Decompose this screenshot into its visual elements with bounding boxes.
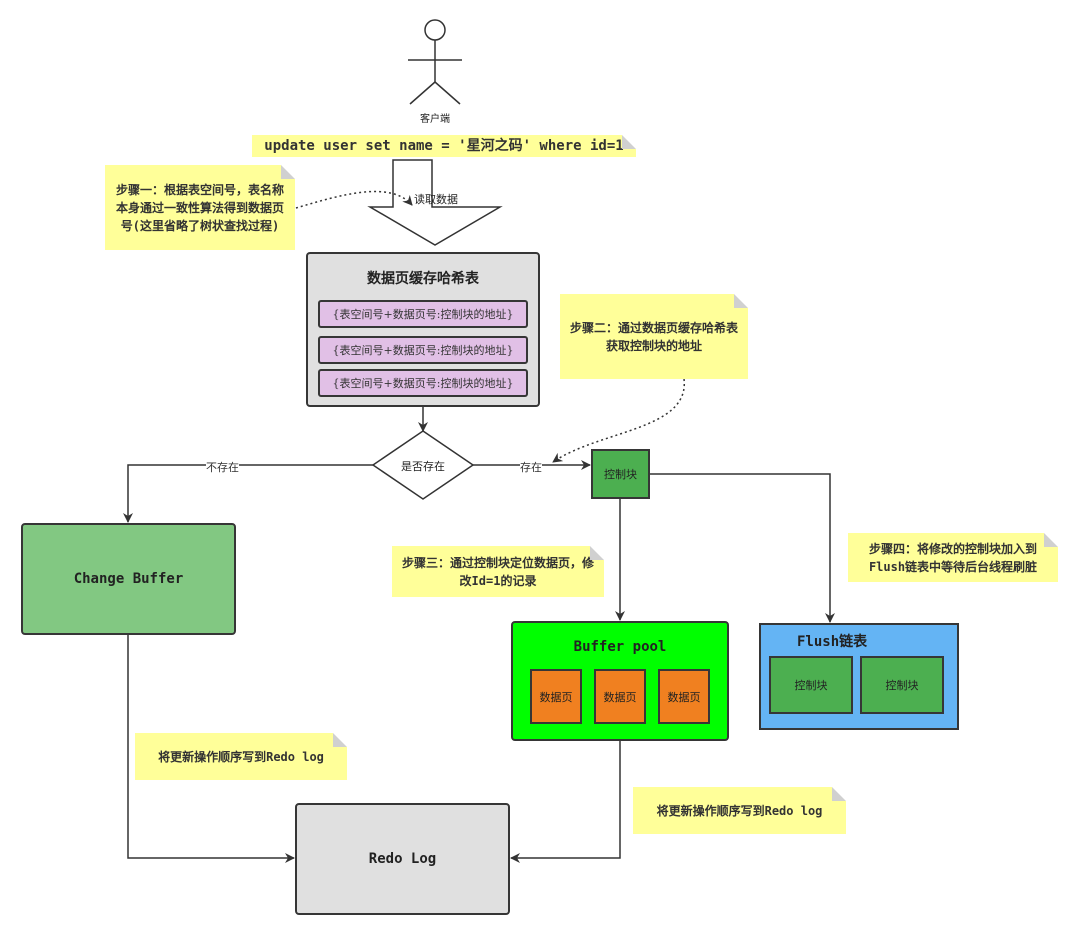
hash-row: {表空间号+数据页号:控制块的地址} <box>318 300 528 328</box>
decision-no-line <box>123 464 373 523</box>
hash-table-title: 数据页缓存哈希表 <box>367 271 479 287</box>
data-page: 数据页 <box>594 669 646 724</box>
buffer-pool-title: Buffer pool <box>573 639 667 655</box>
actor-label: 客户端 <box>420 114 450 125</box>
step4-note: 步骤四：将修改的控制块加入到Flush链表中等待后台线程刷脏 <box>848 533 1058 582</box>
sql-note: update user set name = '星河之码' where id=1 <box>252 135 636 157</box>
step2-note: 步骤二：通过数据页缓存哈希表获取控制块的地址 <box>560 294 748 379</box>
redo-log: Redo Log <box>295 803 510 915</box>
flush-control-block: 控制块 <box>769 656 853 714</box>
diagram-canvas: 客户端 update user set name = '星河之码' where … <box>0 0 1080 936</box>
decision-label: 是否存在 <box>401 460 445 473</box>
yes-label: 存在 <box>520 459 542 475</box>
control-to-flush <box>650 473 835 623</box>
actor-icon <box>408 19 462 105</box>
flush-list-title: Flush链表 <box>797 634 868 650</box>
flush-control-block: 控制块 <box>860 656 944 714</box>
data-page: 数据页 <box>658 669 710 724</box>
step3-note: 步骤三：通过控制块定位数据页，修改Id=1的记录 <box>392 546 604 597</box>
hash-row: {表空间号+数据页号:控制块的地址} <box>318 336 528 364</box>
redo-note-left: 将更新操作顺序写到Redo log <box>135 733 347 780</box>
read-data-label: 读取数据 <box>414 193 458 206</box>
bufferpool-to-redo <box>510 741 621 863</box>
step1-note: 步骤一：根据表空间号，表名称本身通过一致性算法得到数据页号(这里省略了树状查找过… <box>105 165 295 250</box>
data-page: 数据页 <box>530 669 582 724</box>
change-buffer: Change Buffer <box>21 523 236 635</box>
no-label: 不存在 <box>206 459 239 475</box>
hash-row: {表空间号+数据页号:控制块的地址} <box>318 369 528 397</box>
redo-note-right: 将更新操作顺序写到Redo log <box>633 787 846 834</box>
control-block: 控制块 <box>591 449 650 499</box>
